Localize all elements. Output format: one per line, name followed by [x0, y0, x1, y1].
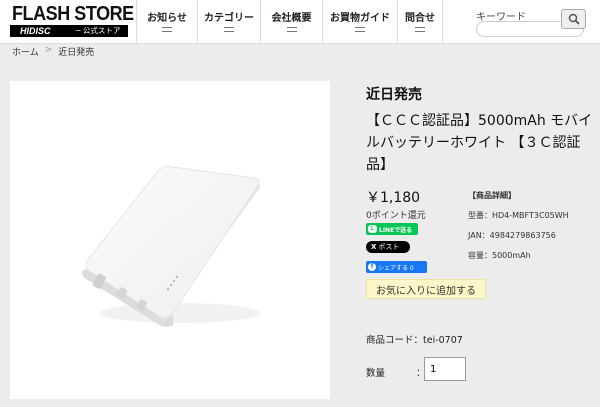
facebook-share-label: シェアする 0 — [378, 264, 414, 272]
nav-item-guide[interactable]: お買物ガイド — [322, 0, 397, 44]
details-capacity: 容量：5000mAh — [468, 251, 531, 260]
details-model: 型番：HD4-MBFT3C05WH — [468, 211, 569, 220]
nav-item-label: 問合せ — [405, 13, 435, 24]
main-nav: お知らせ カテゴリー 会社概要 お買物ガイド 問合せ — [136, 0, 443, 44]
details-jan: JAN：4984279863756 — [468, 231, 556, 240]
menu-lines-icon — [415, 27, 425, 32]
facebook-icon: f — [368, 263, 376, 271]
nav-item-contact[interactable]: 問合せ — [397, 0, 443, 44]
facebook-share-button[interactable]: f シェアする 0 — [366, 261, 427, 273]
menu-lines-icon — [224, 27, 234, 32]
search-icon — [568, 13, 580, 25]
nav-item-label: お買物ガイド — [330, 13, 390, 24]
power-bank-illustration — [81, 165, 260, 327]
breadcrumb: ホーム > 近日発売 — [12, 45, 94, 58]
product-image — [10, 81, 330, 399]
logo-sub-text: ─ 公式ストア — [76, 26, 121, 35]
logo-brand-text: HIDISC — [20, 26, 51, 36]
nav-item-news[interactable]: お知らせ — [136, 0, 197, 44]
breadcrumb-home[interactable]: ホーム — [12, 45, 39, 58]
details-heading: 【商品詳細】 — [468, 191, 516, 200]
add-to-favorites-button[interactable]: お気に入りに追加する — [366, 279, 486, 299]
product-title: 【ＣＣＣ認証品】5000mAh モバイルバッテリーホワイト 【３Ｃ認証品】 — [366, 113, 593, 173]
x-post-label: ポスト — [378, 243, 400, 251]
product-status: 近日発売 — [366, 87, 422, 103]
menu-lines-icon — [355, 27, 365, 32]
product-details: 【商品詳細】 型番：HD4-MBFT3C05WH JAN：49842798637… — [468, 190, 569, 270]
line-icon: L — [368, 225, 377, 233]
breadcrumb-current: 近日発売 — [58, 48, 95, 58]
nav-item-label: 会社概要 — [271, 13, 312, 24]
site-logo[interactable]: FLASH STORE HIDISC ─ 公式ストア — [8, 3, 134, 39]
nav-item-label: カテゴリー — [204, 13, 254, 24]
product-points: 0ポイント還元 — [366, 211, 426, 221]
menu-lines-icon — [286, 27, 297, 32]
nav-item-company[interactable]: 会社概要 — [260, 0, 322, 44]
site-header: FLASH STORE HIDISC ─ 公式ストア お知らせ カテゴリー 会社… — [0, 0, 600, 44]
product-code: 商品コード：tei-0707 — [366, 335, 463, 346]
x-icon: X — [371, 243, 377, 251]
nav-item-category[interactable]: カテゴリー — [197, 0, 260, 44]
quantity-label: 数量 — [366, 368, 386, 379]
logo-main-text: FLASH STORE — [12, 3, 134, 25]
line-share-button[interactable]: L LINEで送る — [366, 223, 418, 235]
nav-item-label: お知らせ — [147, 13, 187, 24]
product-price: ￥1,180 — [366, 190, 421, 206]
menu-lines-icon — [162, 27, 172, 32]
search-button[interactable] — [561, 9, 586, 29]
quantity-input[interactable] — [424, 357, 466, 381]
breadcrumb-separator: > — [44, 45, 53, 55]
line-share-label: LINEで送る — [379, 226, 413, 234]
x-post-button[interactable]: X ポスト — [366, 241, 410, 253]
